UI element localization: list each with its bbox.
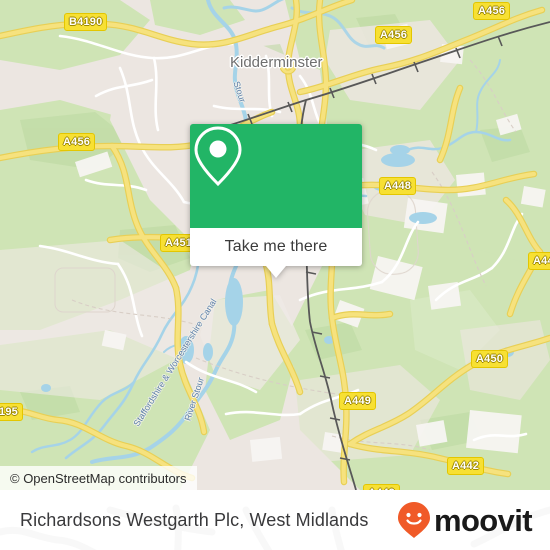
road-shield-a442: A442 (447, 457, 485, 475)
take-me-there-popup[interactable]: Take me there (190, 124, 362, 278)
road-shield-a456-northeast: A456 (473, 2, 511, 20)
moovit-wordmark: moovit (433, 502, 533, 538)
map-page: Kidderminster Stour Staffordshire & Worc… (0, 0, 550, 550)
place-label-kidderminster: Kidderminster (230, 54, 323, 71)
popup-action-bar[interactable]: Take me there (190, 228, 362, 266)
popup-header (190, 124, 362, 228)
popup-pointer (266, 266, 286, 278)
road-shield-b4190: B4190 (64, 13, 108, 31)
road-shield-a456-west: A456 (58, 133, 96, 151)
moovit-pin-icon (397, 502, 430, 538)
moovit-brand[interactable]: moovit (397, 490, 533, 550)
map-attribution[interactable]: © OpenStreetMap contributors (0, 466, 197, 490)
location-pin-icon (194, 126, 242, 187)
road-shield-a450: A450 (471, 350, 509, 368)
road-shield-a456-north: A456 (375, 26, 413, 44)
road-shield-a44-east: A44 (528, 252, 550, 270)
attribution-text: © OpenStreetMap contributors (10, 470, 187, 486)
map-canvas[interactable]: Kidderminster Stour Staffordshire & Worc… (0, 0, 550, 490)
take-me-there-label: Take me there (224, 238, 328, 255)
page-title: Richardsons Westgarth Plc, West Midlands (20, 509, 369, 530)
road-shield-a449: A449 (339, 392, 377, 410)
road-shield-195: 195 (0, 403, 23, 421)
road-shield-a448: A448 (379, 177, 417, 195)
footer-bar: Richardsons Westgarth Plc, West Midlands… (0, 490, 550, 550)
